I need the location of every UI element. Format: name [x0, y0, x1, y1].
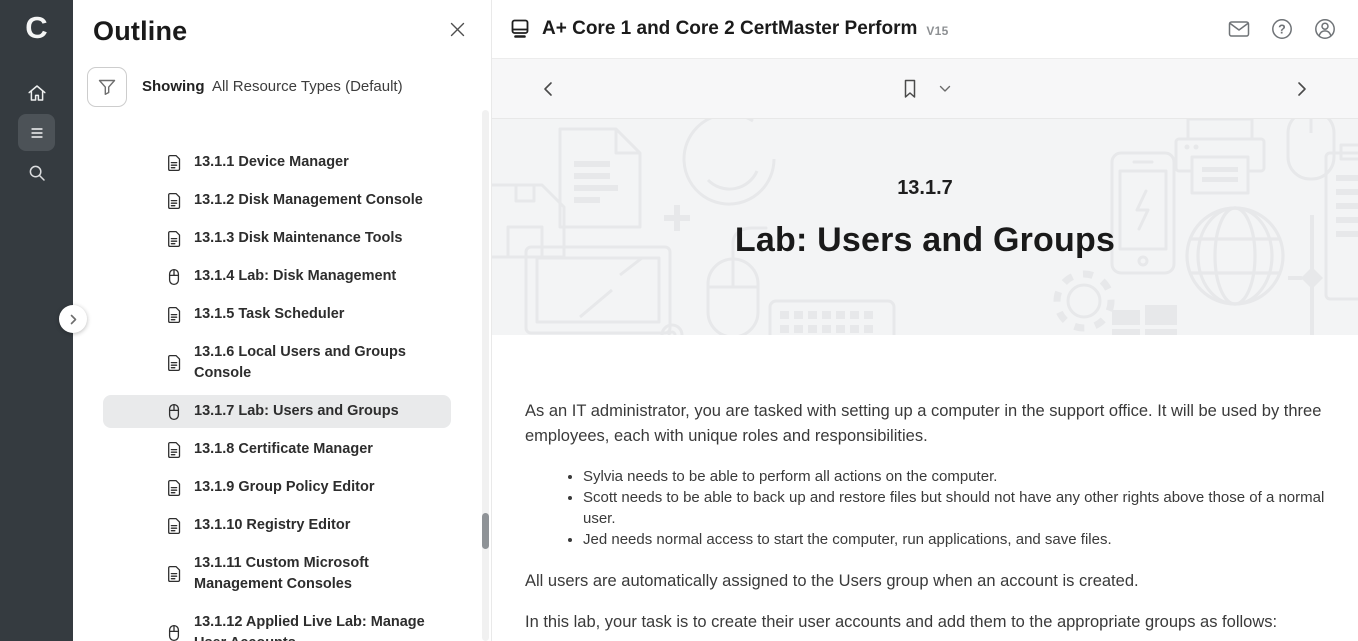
lesson-navbar — [492, 59, 1358, 119]
filter-current-value: All Resource Types (Default) — [212, 78, 403, 95]
outline-item-label: 13.1.3 Disk Maintenance Tools — [194, 228, 402, 249]
home-icon — [26, 82, 48, 104]
outline-item[interactable]: 13.1.12 Applied Live Lab: Manage User Ac… — [103, 606, 451, 641]
outline-item[interactable]: 13.1.6 Local Users and Groups Console — [103, 336, 451, 390]
home-button[interactable] — [18, 74, 55, 111]
requirement-item: Scott needs to be able to back up and re… — [583, 487, 1332, 529]
lesson-task-paragraph: In this lab, your task is to create thei… — [525, 610, 1332, 635]
messages-button[interactable] — [1226, 16, 1252, 42]
outline-toggle-button[interactable] — [18, 114, 55, 151]
outline-item-label: 13.1.4 Lab: Disk Management — [194, 266, 396, 287]
outline-item-label: 13.1.5 Task Scheduler — [194, 304, 344, 325]
help-button[interactable]: ? — [1269, 16, 1295, 42]
outline-item[interactable]: 13.1.7 Lab: Users and Groups — [103, 395, 451, 428]
course-device-icon — [508, 17, 532, 41]
outline-item-label: 13.1.7 Lab: Users and Groups — [194, 401, 399, 422]
outline-item[interactable]: 13.1.10 Registry Editor — [103, 509, 451, 542]
caret-down-icon — [939, 85, 951, 93]
close-icon — [448, 20, 467, 39]
document-icon — [165, 354, 183, 372]
comptia-logo: C — [0, 0, 73, 56]
lesson-requirements-list: Sylvia needs to be able to perform all a… — [583, 466, 1332, 550]
document-icon — [165, 565, 183, 583]
decor-windows-icon — [1112, 303, 1178, 335]
envelope-icon — [1226, 16, 1252, 42]
mouse-icon — [165, 403, 183, 421]
document-icon — [165, 517, 183, 535]
outline-list: 13.1.1 Device Manager 13.1.2 Disk Manage… — [103, 146, 451, 641]
outline-item-label: 13.1.1 Device Manager — [194, 152, 349, 173]
outline-item[interactable]: 13.1.3 Disk Maintenance Tools — [103, 222, 451, 255]
outline-item[interactable]: 13.1.1 Device Manager — [103, 146, 451, 179]
lesson-content: As an IT administrator, you are tasked w… — [492, 335, 1358, 634]
bookmark-button[interactable] — [899, 77, 921, 101]
requirement-item: Jed needs normal access to start the com… — [583, 529, 1332, 550]
outline-scrollbar-track — [482, 110, 489, 641]
lesson-users-group-paragraph: All users are automatically assigned to … — [525, 569, 1332, 594]
previous-lesson-button[interactable] — [539, 79, 559, 99]
outline-scrollbar-thumb[interactable] — [482, 513, 489, 549]
chevron-right-icon — [1291, 79, 1311, 99]
chevron-left-icon — [539, 79, 559, 99]
outline-list-icon — [26, 122, 48, 144]
course-header: A+ Core 1 and Core 2 CertMaster Perform … — [492, 0, 1358, 59]
funnel-icon — [96, 76, 118, 98]
document-icon — [165, 230, 183, 248]
search-button[interactable] — [18, 154, 55, 191]
outline-item-label: 13.1.6 Local Users and Groups Console — [194, 342, 443, 384]
outline-item[interactable]: 13.1.8 Certificate Manager — [103, 433, 451, 466]
filter-showing-label: Showing — [142, 78, 205, 95]
outline-item-label: 13.1.2 Disk Management Console — [194, 190, 423, 211]
outline-item-label: 13.1.10 Registry Editor — [194, 515, 350, 536]
lesson-intro-paragraph: As an IT administrator, you are tasked w… — [525, 399, 1332, 448]
outline-item-label: 13.1.9 Group Policy Editor — [194, 477, 375, 498]
lesson-hero-banner: 13.1.7 Lab: Users and Groups — [492, 119, 1358, 335]
mouse-icon — [165, 268, 183, 286]
filter-button[interactable] — [87, 67, 127, 107]
outline-item-label: 13.1.12 Applied Live Lab: Manage User Ac… — [194, 612, 443, 641]
document-icon — [165, 306, 183, 324]
document-icon — [165, 192, 183, 210]
account-button[interactable] — [1312, 16, 1338, 42]
outline-title: Outline — [93, 16, 187, 47]
next-lesson-button[interactable] — [1291, 79, 1311, 99]
svg-text:?: ? — [1278, 22, 1286, 36]
panel-collapse-button[interactable] — [59, 305, 87, 333]
main-area: A+ Core 1 and Core 2 CertMaster Perform … — [492, 0, 1358, 641]
requirement-item: Sylvia needs to be able to perform all a… — [583, 466, 1332, 487]
lesson-number: 13.1.7 — [492, 119, 1358, 200]
outline-item[interactable]: 13.1.5 Task Scheduler — [103, 298, 451, 331]
outline-item[interactable]: 13.1.9 Group Policy Editor — [103, 471, 451, 504]
outline-item[interactable]: 13.1.4 Lab: Disk Management — [103, 260, 451, 293]
outline-item-label: 13.1.11 Custom Microsoft Management Cons… — [194, 553, 443, 595]
outline-item[interactable]: 13.1.11 Custom Microsoft Management Cons… — [103, 547, 451, 601]
account-icon — [1312, 16, 1338, 42]
document-icon — [165, 441, 183, 459]
course-version-badge: V15 — [926, 20, 948, 38]
search-icon — [26, 162, 48, 184]
outline-item[interactable]: 13.1.2 Disk Management Console — [103, 184, 451, 217]
document-icon — [165, 479, 183, 497]
close-outline-button[interactable] — [448, 20, 467, 39]
decor-plug-icon — [652, 315, 692, 335]
bookmark-icon — [899, 77, 921, 101]
lesson-title: Lab: Users and Groups — [492, 221, 1358, 260]
help-icon: ? — [1269, 16, 1295, 42]
course-title: A+ Core 1 and Core 2 CertMaster Perform — [542, 18, 917, 40]
document-icon — [165, 154, 183, 172]
outline-panel: Outline Showing All Resource Types (Defa… — [73, 0, 492, 641]
bookmark-menu-button[interactable] — [939, 85, 951, 93]
chevron-right-icon — [68, 314, 79, 325]
decor-keyboard-icon — [768, 297, 896, 335]
mouse-icon — [165, 624, 183, 641]
outline-item-label: 13.1.8 Certificate Manager — [194, 439, 373, 460]
